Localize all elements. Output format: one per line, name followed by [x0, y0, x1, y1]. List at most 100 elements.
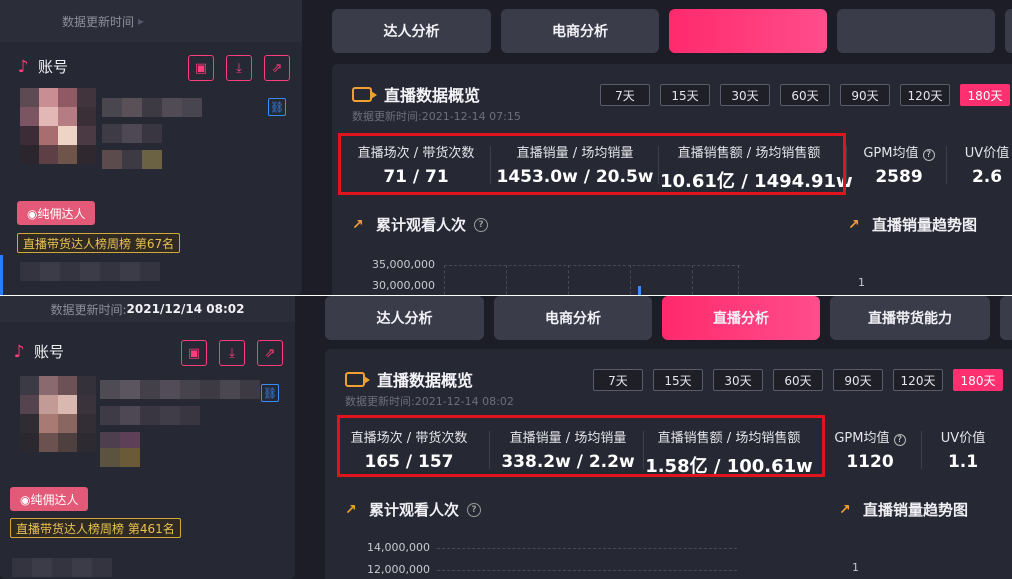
overview-update-time: 数据更新时间:2021-12-14 07:15 — [352, 110, 521, 123]
question-circle-icon[interactable]: ? — [893, 434, 906, 446]
blurred-id — [102, 124, 162, 143]
tab-talent-analysis[interactable]: 达人分析 — [332, 9, 491, 53]
open-external-button[interactable]: ⇗ — [264, 55, 290, 81]
account-header: ♪ 账号 — [14, 56, 68, 77]
tab-live-analysis[interactable]: 直播分析 — [662, 296, 820, 340]
trend-chart-icon: ↗ — [345, 501, 357, 518]
update-time-label: 数据更新时间 — [62, 14, 135, 29]
range-60d[interactable]: 60天 — [780, 84, 830, 106]
analysis-tabs: 达人分析 电商分析 — [332, 9, 1012, 53]
highlight-box — [337, 415, 825, 477]
grid-line — [437, 570, 737, 571]
grid-line — [444, 265, 445, 295]
range-90d[interactable]: 90天 — [833, 369, 883, 391]
section-views-title: 累计观看人次 — [376, 216, 467, 234]
overview-title-row: 直播数据概览 — [345, 367, 473, 391]
overview-title-row: 直播数据概览 — [352, 82, 480, 106]
range-15d[interactable]: 15天 — [653, 369, 703, 391]
tab-live-selling-ability[interactable]: 直播带货能力 — [830, 296, 990, 340]
avatar — [20, 88, 96, 164]
copy-link-button[interactable]: ⛓ — [268, 98, 286, 116]
bookmark-button[interactable]: ▣ — [188, 55, 214, 81]
section-sales-trend-title: 直播销量趋势图 — [872, 216, 978, 234]
y-tick-label: 14,000,000 — [367, 541, 430, 554]
commission-tag: ◉纯佣达人 — [17, 201, 96, 225]
range-7d[interactable]: 7天 — [600, 84, 650, 106]
grid-line — [692, 265, 693, 295]
metric-label-row: GPM均值 ? — [825, 427, 915, 446]
range-15d[interactable]: 15天 — [660, 84, 710, 106]
metric-value: 2589 — [875, 167, 923, 187]
right-y-tick-label: 1 — [858, 276, 865, 289]
account-sidebar: 数据更新时间: 2021/12/14 08:02 ♪ 账号 ▣ ⤓ ⇗ ⛓ ◉纯… — [0, 296, 295, 579]
question-circle-icon[interactable]: ? — [467, 502, 482, 517]
account-sidebar: 数据更新时间 ▸ ♪ 账号 ▣ ⤓ ⇗ ⛓ ◉纯佣达人 直播带货达人榜周榜 第6… — [0, 0, 302, 295]
section-views-title: 累计观看人次 — [369, 501, 460, 519]
overview-title: 直播数据概览 — [377, 371, 474, 390]
question-circle-icon[interactable]: ? — [474, 217, 489, 232]
rank-badge: 直播带货达人榜周榜 第67名 — [17, 233, 181, 253]
metric-label: GPM均值 — [834, 431, 890, 446]
range-60d[interactable]: 60天 — [773, 369, 823, 391]
live-overview-card: 直播数据概览 数据更新时间:2021-12-14 08:02 7天 15天 30… — [325, 349, 1012, 579]
account-header: ♪ 账号 — [10, 341, 64, 362]
grid-line — [568, 265, 569, 295]
trend-chart-icon: ↗ — [839, 501, 851, 518]
blurred-location — [100, 448, 140, 467]
range-180d[interactable]: 180天 — [953, 369, 1003, 391]
grid-line — [738, 265, 739, 295]
range-7d[interactable]: 7天 — [593, 369, 643, 391]
download-button[interactable]: ⤓ — [219, 340, 245, 366]
range-180d[interactable]: 180天 — [960, 84, 1010, 106]
copy-link-button[interactable]: ⛓ — [261, 384, 279, 402]
views-chart: 35,000,000 30,000,000 1 — [332, 252, 1012, 295]
metrics-row: 直播场次 / 带货次数 165 / 157 直播销量 / 场均销量 338.2w… — [325, 415, 1012, 479]
analysis-tabs: 达人分析 电商分析 直播分析 直播带货能力 — [325, 296, 1012, 340]
tab-more[interactable] — [1000, 296, 1012, 340]
overview-update-time: 数据更新时间:2021-12-14 08:02 — [345, 395, 514, 408]
rank-badge: 直播带货达人榜周榜 第461名 — [10, 518, 181, 538]
bookmark-button[interactable]: ▣ — [181, 340, 207, 366]
divider — [846, 146, 847, 184]
update-time-value: 2021/12/14 08:02 — [126, 302, 245, 316]
trend-chart-icon: ↗ — [848, 216, 860, 233]
blurred-id — [100, 406, 200, 425]
open-external-button[interactable]: ⇗ — [257, 340, 283, 366]
blurred-name — [100, 380, 260, 399]
tab-ecommerce-analysis[interactable]: 电商分析 — [501, 9, 659, 53]
account-label: 账号 — [38, 58, 69, 76]
external-link-icon: ⇗ — [264, 345, 276, 361]
avatar — [20, 376, 96, 452]
grid-line — [444, 265, 740, 266]
metric-gpm: GPM均值 ? 1120 — [825, 421, 915, 479]
blurred-info — [102, 150, 162, 169]
range-120d[interactable]: 120天 — [900, 84, 950, 106]
blurred-footer — [20, 262, 160, 281]
metric-label: UV价值 — [940, 431, 986, 446]
video-camera-icon — [345, 371, 370, 387]
metric-label: GPM均值 — [863, 146, 919, 161]
tab-talent-analysis[interactable]: 达人分析 — [325, 296, 484, 340]
screenshot-panel-top: 数据更新时间 ▸ ♪ 账号 ▣ ⤓ ⇗ ⛓ ◉纯佣达人 直播带货达人榜周榜 第6… — [0, 0, 1012, 295]
tab-more[interactable] — [1005, 9, 1012, 53]
range-30d[interactable]: 30天 — [720, 84, 770, 106]
tiktok-icon: ♪ — [17, 56, 29, 77]
range-120d[interactable]: 120天 — [893, 369, 943, 391]
metric-uv-value: UV价值 2.6 — [950, 136, 1012, 194]
blurred-name — [102, 98, 202, 117]
range-30d[interactable]: 30天 — [713, 369, 763, 391]
section-sales-trend-title: 直播销量趋势图 — [863, 501, 969, 519]
metric-label-row: GPM均值 ? — [854, 142, 944, 161]
metric-gpm: GPM均值 ? 2589 — [854, 136, 944, 194]
question-circle-icon[interactable]: ? — [922, 149, 935, 161]
link-icon: ⛓ — [270, 100, 284, 114]
range-90d[interactable]: 90天 — [840, 84, 890, 106]
grid-line — [630, 265, 631, 295]
tab-live-selling-ability[interactable] — [837, 9, 995, 53]
right-y-tick-label: 1 — [852, 561, 859, 574]
selection-marker — [0, 255, 3, 295]
tab-ecommerce-analysis[interactable]: 电商分析 — [494, 296, 652, 340]
tab-live-analysis[interactable] — [669, 9, 827, 53]
y-tick-label: 30,000,000 — [372, 279, 435, 292]
download-button[interactable]: ⤓ — [226, 55, 252, 81]
